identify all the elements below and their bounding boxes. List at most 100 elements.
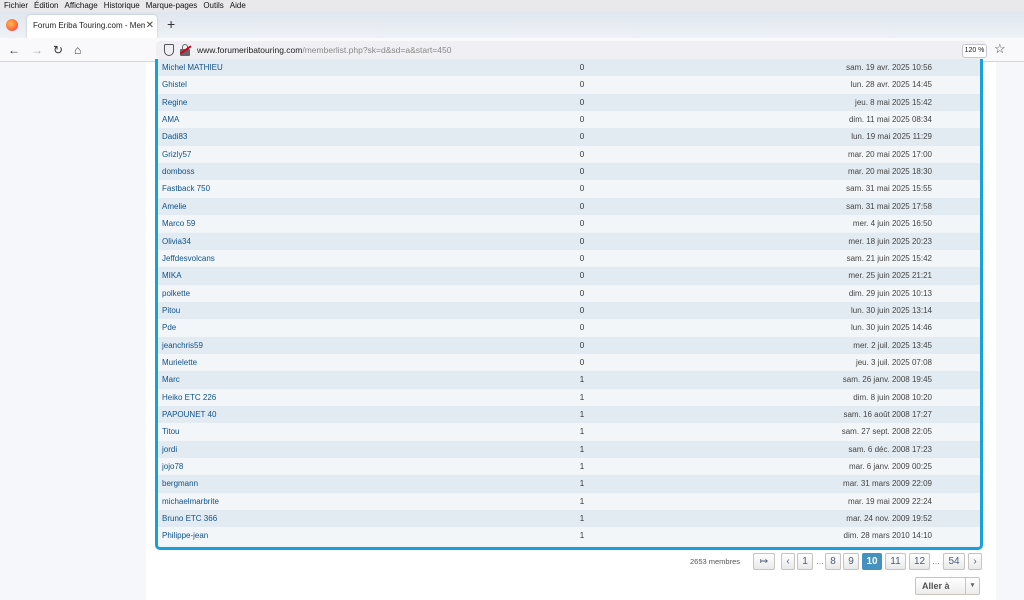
member-name-link[interactable]: AMA (162, 115, 179, 124)
member-name-link[interactable]: Olivia34 (162, 237, 191, 246)
chevron-down-icon[interactable]: ▾ (965, 578, 979, 594)
member-name-link[interactable]: jojo78 (162, 462, 183, 471)
menu-item-outils[interactable]: Outils (200, 0, 226, 12)
member-name-link[interactable]: PAPOUNET 40 (162, 410, 216, 419)
member-registration-date: sam. 19 avr. 2025 10:56 (846, 63, 932, 72)
table-row: Fastback 750 0 sam. 31 mai 2025 15:55 (158, 180, 980, 198)
tab-forum[interactable]: Forum Eriba Touring.com - Membr ✕ (27, 15, 157, 38)
member-name-link[interactable]: Pitou (162, 306, 180, 315)
table-row: Michel MATHIEU 0 sam. 19 avr. 2025 10:56 (158, 59, 980, 77)
member-name-link[interactable]: Regine (162, 98, 187, 107)
table-row: Amelie 0 sam. 31 mai 2025 17:58 (158, 197, 980, 216)
table-row: Pde 0 lun. 30 juin 2025 14:46 (158, 319, 980, 337)
table-row: Marco 59 0 mer. 4 juin 2025 16:50 (158, 215, 980, 233)
member-post-count: 1 (579, 531, 585, 541)
table-row: bergmann 1 mar. 31 mars 2009 22:09 (158, 475, 980, 493)
new-tab-button[interactable]: + (167, 16, 175, 32)
menu-item-affichage[interactable]: Affichage (61, 0, 100, 12)
menu-item-marque-pages[interactable]: Marque-pages (143, 0, 201, 12)
member-registration-date: mer. 18 juin 2025 20:23 (848, 236, 932, 246)
member-registration-date: lun. 28 avr. 2025 14:45 (850, 80, 932, 90)
current-page-10[interactable]: 10 (862, 553, 882, 570)
member-post-count: 0 (579, 167, 585, 177)
member-name-link[interactable]: Marc (162, 375, 180, 384)
member-name-link[interactable]: Amelie (162, 202, 186, 211)
member-name-link[interactable]: domboss (162, 167, 194, 176)
table-row: Jeffdesvolcans 0 sam. 21 juin 2025 15:42 (158, 249, 980, 268)
url-host: www.forumeribatouring.com (197, 45, 303, 55)
page-9-link[interactable]: 9 (843, 553, 859, 570)
memberlist-panel: Michel MATHIEU 0 sam. 19 avr. 2025 10:56 Gh… (155, 59, 983, 550)
menu-item-fichier[interactable]: Fichier (0, 0, 31, 12)
table-row: Marc 1 sam. 26 janv. 2008 19:45 (158, 371, 980, 389)
member-post-count: 0 (579, 80, 585, 90)
page-11-link[interactable]: 11 (885, 553, 906, 570)
page-54-link[interactable]: 54 (943, 553, 965, 570)
member-post-count: 0 (579, 132, 585, 142)
member-name-link[interactable]: Michel MATHIEU (162, 63, 223, 72)
page-1-link[interactable]: 1 (797, 553, 813, 570)
tracking-shield-icon[interactable] (164, 44, 174, 56)
member-name-link[interactable]: Ghistel (162, 80, 187, 89)
menu-item-aide[interactable]: Aide (227, 0, 249, 12)
url-bar[interactable]: www.forumeribatouring.com/memberlist.php… (156, 41, 986, 59)
member-name-link[interactable]: michaelmarbrite (162, 497, 219, 506)
firefox-logo-icon[interactable] (6, 19, 18, 31)
home-icon[interactable]: ⌂ (74, 42, 81, 58)
member-count: 2653 membres (690, 557, 741, 566)
member-registration-date: lun. 19 mai 2025 11:29 (851, 132, 932, 142)
jump-to-dropdown[interactable]: Aller à ▾ (915, 577, 980, 595)
member-name-link[interactable]: bergmann (162, 479, 198, 488)
jump-to-page-button[interactable]: ↦ (753, 553, 775, 570)
tab-title: Forum Eriba Touring.com - Membr (33, 21, 145, 30)
member-registration-date: mer. 25 juin 2025 21:21 (848, 271, 932, 281)
member-name-link[interactable]: jordi (162, 445, 177, 454)
member-name-link[interactable]: Marco 59 (162, 219, 195, 228)
next-page-button[interactable]: › (968, 553, 982, 570)
member-name-link[interactable]: Murielette (162, 358, 197, 367)
member-post-count: 0 (579, 357, 585, 367)
member-post-count: 1 (579, 427, 585, 437)
member-name-link[interactable]: jeanchris59 (162, 341, 203, 350)
member-registration-date: mar. 6 janv. 2009 00:25 (848, 462, 932, 472)
menu-item-historique[interactable]: Historique (101, 0, 143, 12)
member-post-count: 0 (579, 219, 585, 229)
member-name-link[interactable]: Pde (162, 323, 176, 332)
forward-arrow-icon[interactable]: → (31, 42, 43, 58)
previous-page-button[interactable]: ‹ (781, 553, 795, 570)
insecure-lock-icon[interactable] (179, 44, 192, 56)
close-tab-icon[interactable]: ✕ (146, 20, 154, 31)
table-row: PAPOUNET 40 1 sam. 16 août 2008 17:27 (158, 406, 980, 424)
table-row: Olivia34 0 mer. 18 juin 2025 20:23 (158, 232, 980, 250)
member-name-link[interactable]: polkette (162, 289, 190, 298)
back-arrow-icon[interactable]: ← (8, 42, 20, 58)
jump-to-label: Aller à (922, 581, 950, 591)
member-post-count: 0 (579, 63, 585, 72)
member-registration-date: mar. 20 mai 2025 18:30 (847, 167, 932, 177)
bookmark-star-icon[interactable]: ☆ (994, 41, 1006, 57)
member-name-link[interactable]: MIKA (162, 271, 182, 280)
member-post-count: 0 (579, 236, 585, 246)
table-row: Pitou 0 lun. 30 juin 2025 13:14 (158, 301, 980, 320)
member-name-link[interactable]: Philippe-jean (162, 531, 208, 540)
menu-item-edition[interactable]: Édition (31, 0, 61, 12)
page-8-link[interactable]: 8 (825, 553, 841, 570)
member-post-count: 0 (579, 201, 585, 211)
member-registration-date: mer. 2 juil. 2025 13:45 (853, 340, 932, 350)
zoom-level-badge[interactable]: 120 % (962, 44, 987, 58)
member-name-link[interactable]: Titou (162, 427, 180, 436)
reload-icon[interactable]: ↻ (53, 42, 63, 58)
member-post-count: 0 (579, 305, 585, 315)
member-registration-date: dim. 11 mai 2025 08:34 (848, 115, 932, 125)
member-name-link[interactable]: Bruno ETC 366 (162, 514, 217, 523)
member-name-link[interactable]: Dadi83 (162, 132, 187, 141)
url-text[interactable]: www.forumeribatouring.com/memberlist.php… (197, 45, 451, 55)
member-name-link[interactable]: Heiko ETC 226 (162, 393, 216, 402)
table-row: Grizly57 0 mar. 20 mai 2025 17:00 (158, 145, 980, 164)
page-12-link[interactable]: 12 (909, 553, 930, 570)
member-registration-date: sam. 16 août 2008 17:27 (843, 410, 932, 419)
member-name-link[interactable]: Grizly57 (162, 150, 191, 159)
member-name-link[interactable]: Fastback 750 (162, 184, 210, 193)
table-row: AMA 0 dim. 11 mai 2025 08:34 (158, 111, 980, 129)
member-name-link[interactable]: Jeffdesvolcans (162, 254, 215, 263)
